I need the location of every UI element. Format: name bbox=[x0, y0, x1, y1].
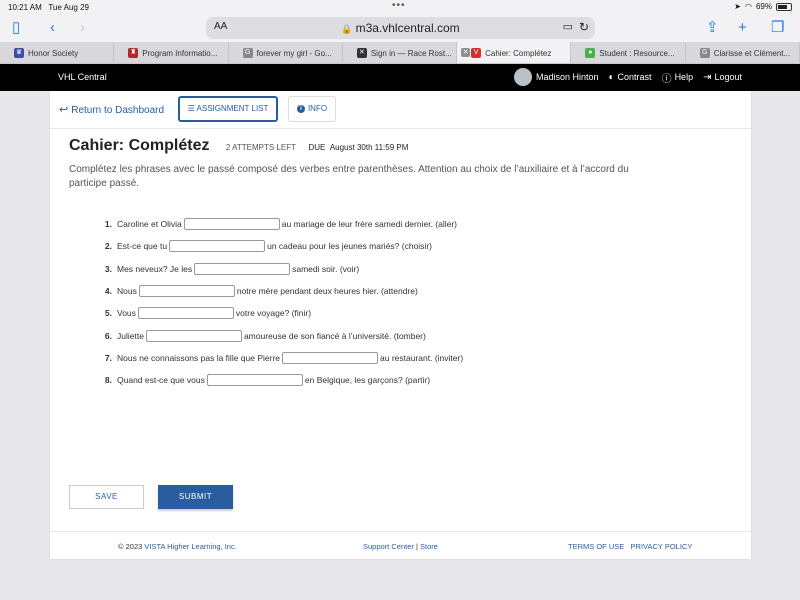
help-icon: ⓘ bbox=[661, 73, 672, 85]
logout-button[interactable]: ⇥ Logout bbox=[703, 72, 742, 83]
share-icon[interactable]: ⇪ bbox=[706, 19, 719, 37]
multitask-dots[interactable]: ••• bbox=[392, 0, 406, 11]
question-list: 1. Caroline et Olivia au mariage de leur f… bbox=[90, 213, 463, 391]
attempts-left: 2 ATTEMPTS LEFT bbox=[225, 143, 297, 152]
user-name: Madison Hinton bbox=[535, 72, 599, 82]
tab-favicon: V bbox=[471, 48, 482, 58]
tab-favicon: ♜ bbox=[128, 48, 139, 58]
save-button[interactable]: SAVE bbox=[69, 485, 144, 509]
wifi-icon: ◠ bbox=[745, 2, 752, 11]
location-icon: ➤ bbox=[734, 2, 741, 11]
forward-icon[interactable]: › bbox=[80, 19, 85, 37]
support-links: Support Center | Store bbox=[363, 542, 438, 551]
url-display[interactable]: 🔒 m3a.vhlcentral.com bbox=[206, 21, 595, 35]
answer-input-1[interactable] bbox=[183, 218, 280, 231]
terms-link[interactable]: TERMS OF USE bbox=[568, 542, 624, 551]
assignment-card: ↩ Return to Dashboard ☰ ASSIGNMENT LIST i… bbox=[50, 91, 751, 559]
question-item: 4. Nous notre mère pendant deux heures hie… bbox=[104, 285, 418, 298]
return-to-dashboard-link[interactable]: ↩ Return to Dashboard bbox=[59, 103, 164, 116]
tab-favicon: ✕ bbox=[356, 48, 367, 58]
avatar bbox=[513, 68, 532, 86]
lock-icon: 🔒 bbox=[341, 24, 353, 34]
support-center-link[interactable]: Support Center bbox=[363, 542, 414, 551]
answer-input-7[interactable] bbox=[282, 351, 379, 364]
browser-tabs: ♛ Honor Society ♜ Program Informatio... Gf… bbox=[0, 42, 800, 64]
assignment-list-button[interactable]: ☰ ASSIGNMENT LIST bbox=[178, 96, 278, 122]
store-link[interactable]: Store bbox=[420, 542, 438, 551]
list-icon: ☰ bbox=[187, 104, 195, 113]
question-item: 5. Vous votre voyage? (finir) bbox=[104, 307, 312, 320]
tabs-overview-icon[interactable]: ❐ bbox=[771, 19, 784, 37]
privacy-link[interactable]: PRIVACY POLICY bbox=[631, 542, 693, 551]
answer-input-8[interactable] bbox=[206, 374, 303, 387]
sidebar-icon[interactable]: ▯ bbox=[12, 19, 20, 37]
question-item: 6. Juliette amoureuse de son fiancé à l’un… bbox=[104, 329, 426, 342]
info-button[interactable]: i INFO bbox=[288, 96, 336, 122]
header-actions: Madison Hinton ◐ Contrast ⓘ Help ⇥ Logout bbox=[513, 68, 742, 86]
answer-input-4[interactable] bbox=[138, 285, 235, 298]
reader-icon[interactable]: ▭ bbox=[563, 20, 573, 33]
info-icon: i bbox=[296, 104, 305, 113]
vista-link[interactable]: VISTA Higher Learning, Inc. bbox=[144, 542, 236, 551]
back-arrow-icon: ↩ bbox=[59, 104, 69, 116]
help-button[interactable]: ⓘ Help bbox=[662, 70, 694, 85]
tab-favicon: ♛ bbox=[14, 48, 24, 58]
assignment-nav: ↩ Return to Dashboard ☰ ASSIGNMENT LIST i… bbox=[50, 91, 751, 129]
vhl-header: VHL Central Madison Hinton ◐ Contrast ⓘ He… bbox=[0, 64, 800, 91]
answer-input-6[interactable] bbox=[145, 329, 242, 342]
answer-input-5[interactable] bbox=[137, 307, 234, 320]
question-item: 7. Nous ne connaissons pas la fille que P… bbox=[104, 351, 464, 364]
browser-tab[interactable]: Gforever my girl - Go... bbox=[229, 42, 343, 63]
status-time: 10:21 AM Tue Aug 29 bbox=[8, 3, 89, 12]
close-tab-icon[interactable]: ✕ bbox=[461, 48, 471, 57]
user-menu[interactable]: Madison Hinton bbox=[513, 68, 599, 86]
page-title: Cahier: Complétez bbox=[69, 137, 210, 154]
answer-input-3[interactable] bbox=[194, 262, 291, 275]
back-icon[interactable]: ‹ bbox=[50, 19, 55, 37]
battery-percent: 69% bbox=[755, 2, 772, 11]
footer: © 2023 VISTA Higher Learning, Inc. Suppo… bbox=[50, 531, 751, 559]
question-item: 2. Est-ce que tu un cadeau pour les jeunes… bbox=[104, 240, 432, 253]
address-bar[interactable]: AA 🔒 m3a.vhlcentral.com ▭ ↻ bbox=[206, 17, 595, 39]
battery-icon bbox=[776, 2, 792, 11]
browser-toolbar: ▯ ‹ › AA 🔒 m3a.vhlcentral.com ▭ ↻ ⇪ + ❐ bbox=[0, 14, 800, 42]
instructions: Complétez les phrases avec le passé comp… bbox=[69, 164, 629, 189]
question-item: 1. Caroline et Olivia au mariage de leur f… bbox=[104, 218, 458, 231]
browser-tab[interactable]: G Clarisse et Clément... bbox=[686, 42, 800, 63]
contrast-icon: ◐ bbox=[608, 71, 615, 83]
brand-name[interactable]: VHL Central bbox=[58, 72, 107, 82]
title-row: Cahier: Complétez 2 ATTEMPTS LEFT DUE Au… bbox=[69, 137, 408, 155]
copyright: © 2023 VISTA Higher Learning, Inc. bbox=[118, 542, 237, 551]
submit-button[interactable]: SUBMIT bbox=[158, 485, 233, 509]
contrast-button[interactable]: ◐ Contrast bbox=[609, 72, 652, 83]
reload-icon[interactable]: ↻ bbox=[579, 20, 589, 34]
question-item: 8. Quand est-ce que vous en Belgique, les … bbox=[104, 374, 431, 387]
browser-tab[interactable]: ♜ Program Informatio... bbox=[114, 42, 229, 63]
tab-favicon: G bbox=[699, 48, 710, 58]
tab-favicon: ● bbox=[585, 48, 596, 58]
status-right: ➤ ◠ 69% bbox=[734, 2, 792, 11]
due-date: DUE August 30th 11:59 PM bbox=[308, 143, 409, 152]
question-item: 3. Mes neveux? Je les samedi soir. (voir) bbox=[104, 262, 360, 275]
browser-tab[interactable]: ✕ Sign in — Race Rost... bbox=[343, 42, 458, 63]
legal-links: TERMS OF USE PRIVACY POLICY bbox=[568, 542, 692, 551]
new-tab-icon[interactable]: + bbox=[738, 19, 747, 37]
browser-tab[interactable]: ● Student : Resource... bbox=[571, 42, 686, 63]
browser-tab[interactable]: ♛ Honor Society bbox=[0, 42, 115, 63]
status-bar: 10:21 AM Tue Aug 29 ••• ➤ ◠ 69% bbox=[0, 0, 800, 14]
tab-favicon: G bbox=[242, 48, 253, 58]
browser-tab-active[interactable]: ✕ V Cahier: Complétez bbox=[457, 42, 572, 63]
answer-input-2[interactable] bbox=[169, 240, 266, 253]
logout-icon: ⇥ bbox=[703, 71, 712, 83]
